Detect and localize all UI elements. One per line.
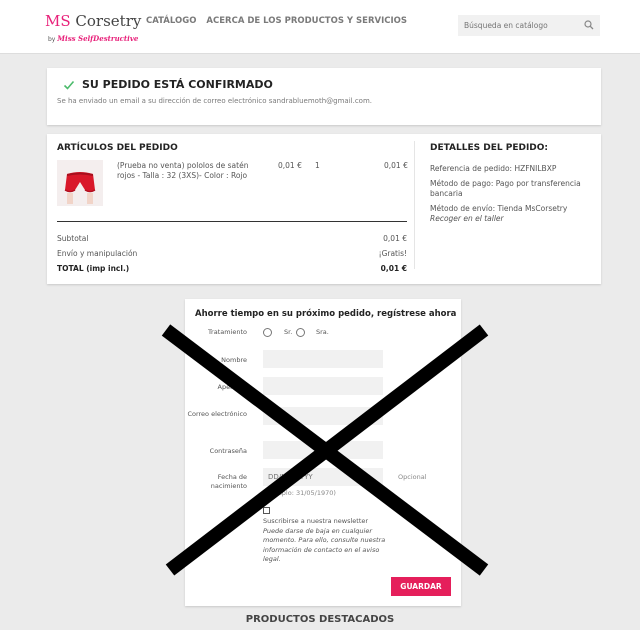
- subtotal-value: 0,01 €: [383, 234, 407, 243]
- order-items-heading: ARTÍCULOS DEL PEDIDO: [57, 143, 178, 153]
- search-input[interactable]: [458, 15, 578, 36]
- subtotal-row: Subtotal 0,01 €: [57, 234, 407, 243]
- shipping-value: ¡Gratis!: [378, 249, 407, 258]
- nav-about[interactable]: Acerca de los productos y servicios: [206, 16, 407, 26]
- red-shorts-image: [64, 172, 96, 204]
- order-divider: [57, 221, 407, 222]
- search-icon[interactable]: [584, 20, 594, 30]
- shipping-label: Envío y manipulación: [57, 249, 138, 258]
- email-label: Correo electrónico: [187, 410, 247, 418]
- total-label: TOTAL (imp incl.): [57, 264, 130, 273]
- register-title: Ahorre tiempo en su próximo pedido, regí…: [195, 309, 457, 319]
- search-box: [458, 15, 600, 36]
- order-reference: Referencia de pedido: HZFNILBXP: [430, 164, 557, 173]
- site-header: MS Corsetry by Miss SelfDestructive Catá…: [0, 0, 640, 54]
- confirmation-card: SU PEDIDO ESTÁ CONFIRMADO Se ha enviado …: [47, 68, 601, 125]
- payment-method: Método de pago: Pago por transferencia b…: [430, 179, 581, 198]
- subtotal-label: Subtotal: [57, 234, 89, 243]
- featured-products-heading: PRODUCTOS DESTACADOS: [245, 614, 395, 625]
- product-thumbnail: [57, 160, 103, 206]
- site-logo[interactable]: MS Corsetry by Miss SelfDestructive: [45, 12, 142, 46]
- nav-catalog[interactable]: Catálogo: [146, 16, 196, 26]
- column-divider: [414, 141, 415, 269]
- product-quantity: 1: [315, 161, 320, 170]
- product-unit-price: 0,01 €: [278, 161, 302, 170]
- birthdate-hint: (Ejemplo: 31/05/1970): [263, 489, 336, 497]
- first-name-label: Nombre: [221, 356, 247, 364]
- title-label: Tratamiento: [208, 328, 247, 336]
- guest-register-form: Ahorre tiempo en su próximo pedido, regí…: [185, 299, 461, 606]
- order-card: ARTÍCULOS DEL PEDIDO (Prueba no venta) p…: [47, 134, 601, 284]
- last-name-label: Apellidos: [217, 383, 247, 391]
- product-name[interactable]: (Prueba no venta) pololos de satén rojos…: [117, 161, 257, 181]
- logo-wordmark: MS Corsetry: [45, 12, 142, 30]
- total-row: TOTAL (imp incl.) 0,01 €: [57, 264, 407, 273]
- confirmation-title: SU PEDIDO ESTÁ CONFIRMADO: [82, 78, 273, 91]
- birthdate-input[interactable]: [263, 468, 383, 486]
- main-nav: Catálogo Acerca de los productos y servi…: [146, 16, 407, 26]
- order-details: DETALLES DEL PEDIDO: Referencia de pedid…: [430, 143, 595, 229]
- shipping-row: Envío y manipulación ¡Gratis!: [57, 249, 407, 258]
- password-label: Contraseña: [209, 447, 247, 455]
- newsletter-text: Suscribirse a nuestra newsletter Puede d…: [263, 517, 386, 563]
- shipping-method: Método de envío: Tienda MsCorsetry Recoge…: [430, 204, 568, 223]
- logo-tagline: by Miss SelfDestructive: [48, 34, 139, 43]
- product-total: 0,01 €: [384, 161, 408, 170]
- total-value: 0,01 €: [380, 264, 407, 273]
- last-name-input[interactable]: [263, 377, 383, 395]
- email-input[interactable]: [263, 407, 383, 425]
- radio-mr[interactable]: [263, 328, 272, 337]
- birthdate-label: Fecha de nacimiento: [210, 473, 247, 490]
- radio-mrs[interactable]: [296, 328, 305, 337]
- password-input[interactable]: [263, 441, 383, 459]
- check-icon: [63, 80, 75, 90]
- optional-label: Opcional: [398, 473, 427, 481]
- first-name-input[interactable]: [263, 350, 383, 368]
- save-button[interactable]: GUARDAR: [391, 577, 451, 596]
- radio-mrs-label: Sra.: [316, 328, 329, 336]
- confirmation-message: Se ha enviado un email a su dirección de…: [57, 97, 372, 105]
- radio-mr-label: Sr.: [284, 328, 293, 336]
- newsletter-checkbox[interactable]: [263, 507, 270, 514]
- order-details-heading: DETALLES DEL PEDIDO:: [430, 143, 549, 153]
